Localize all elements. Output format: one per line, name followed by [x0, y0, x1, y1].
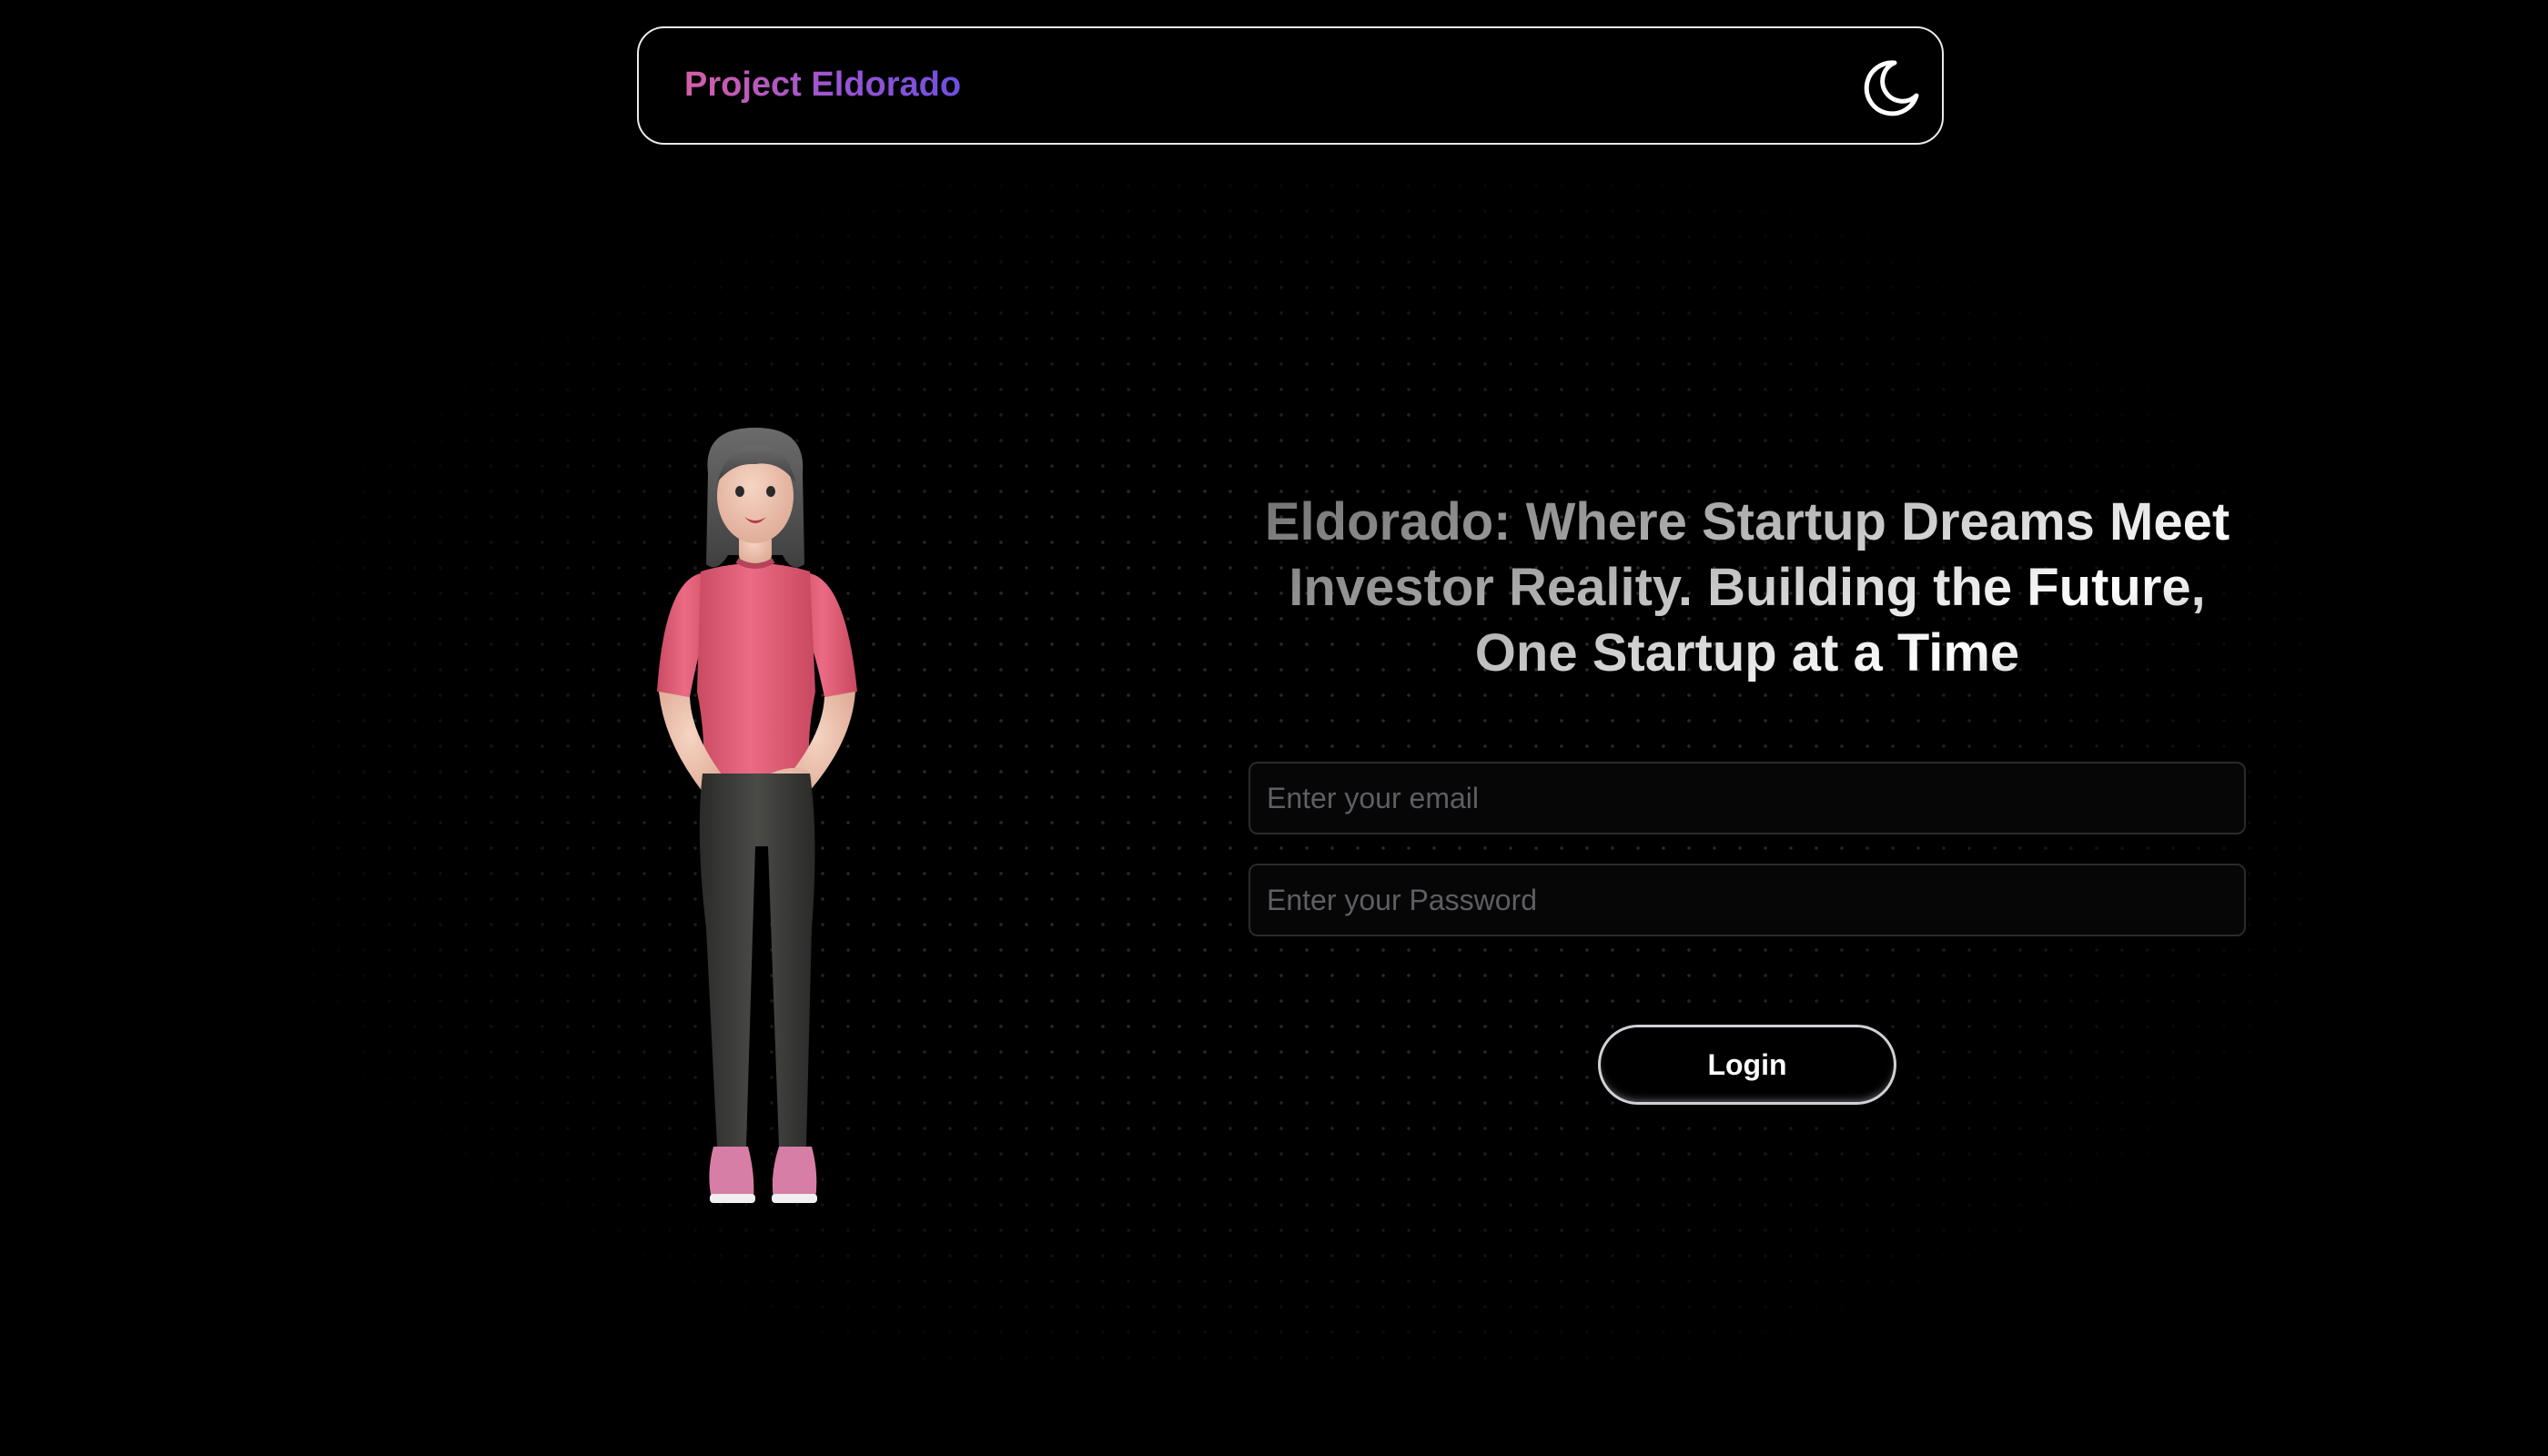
navbar: Project Eldorado — [637, 26, 1944, 145]
email-field[interactable] — [1249, 762, 2246, 834]
login-button[interactable]: Login — [1598, 1025, 1896, 1105]
brand-logo-text[interactable]: Project Eldorado — [684, 65, 961, 106]
password-field[interactable] — [1249, 864, 2246, 936]
person-illustration — [601, 419, 910, 1242]
login-page: Project Eldorado Eldorado: Where Startup… — [0, 0, 2548, 1456]
moon-icon — [1864, 60, 1919, 116]
theme-toggle-button[interactable] — [1856, 54, 1926, 123]
hero-headline: Eldorado: Where Startup Dreams Meet Inve… — [1247, 490, 2248, 686]
